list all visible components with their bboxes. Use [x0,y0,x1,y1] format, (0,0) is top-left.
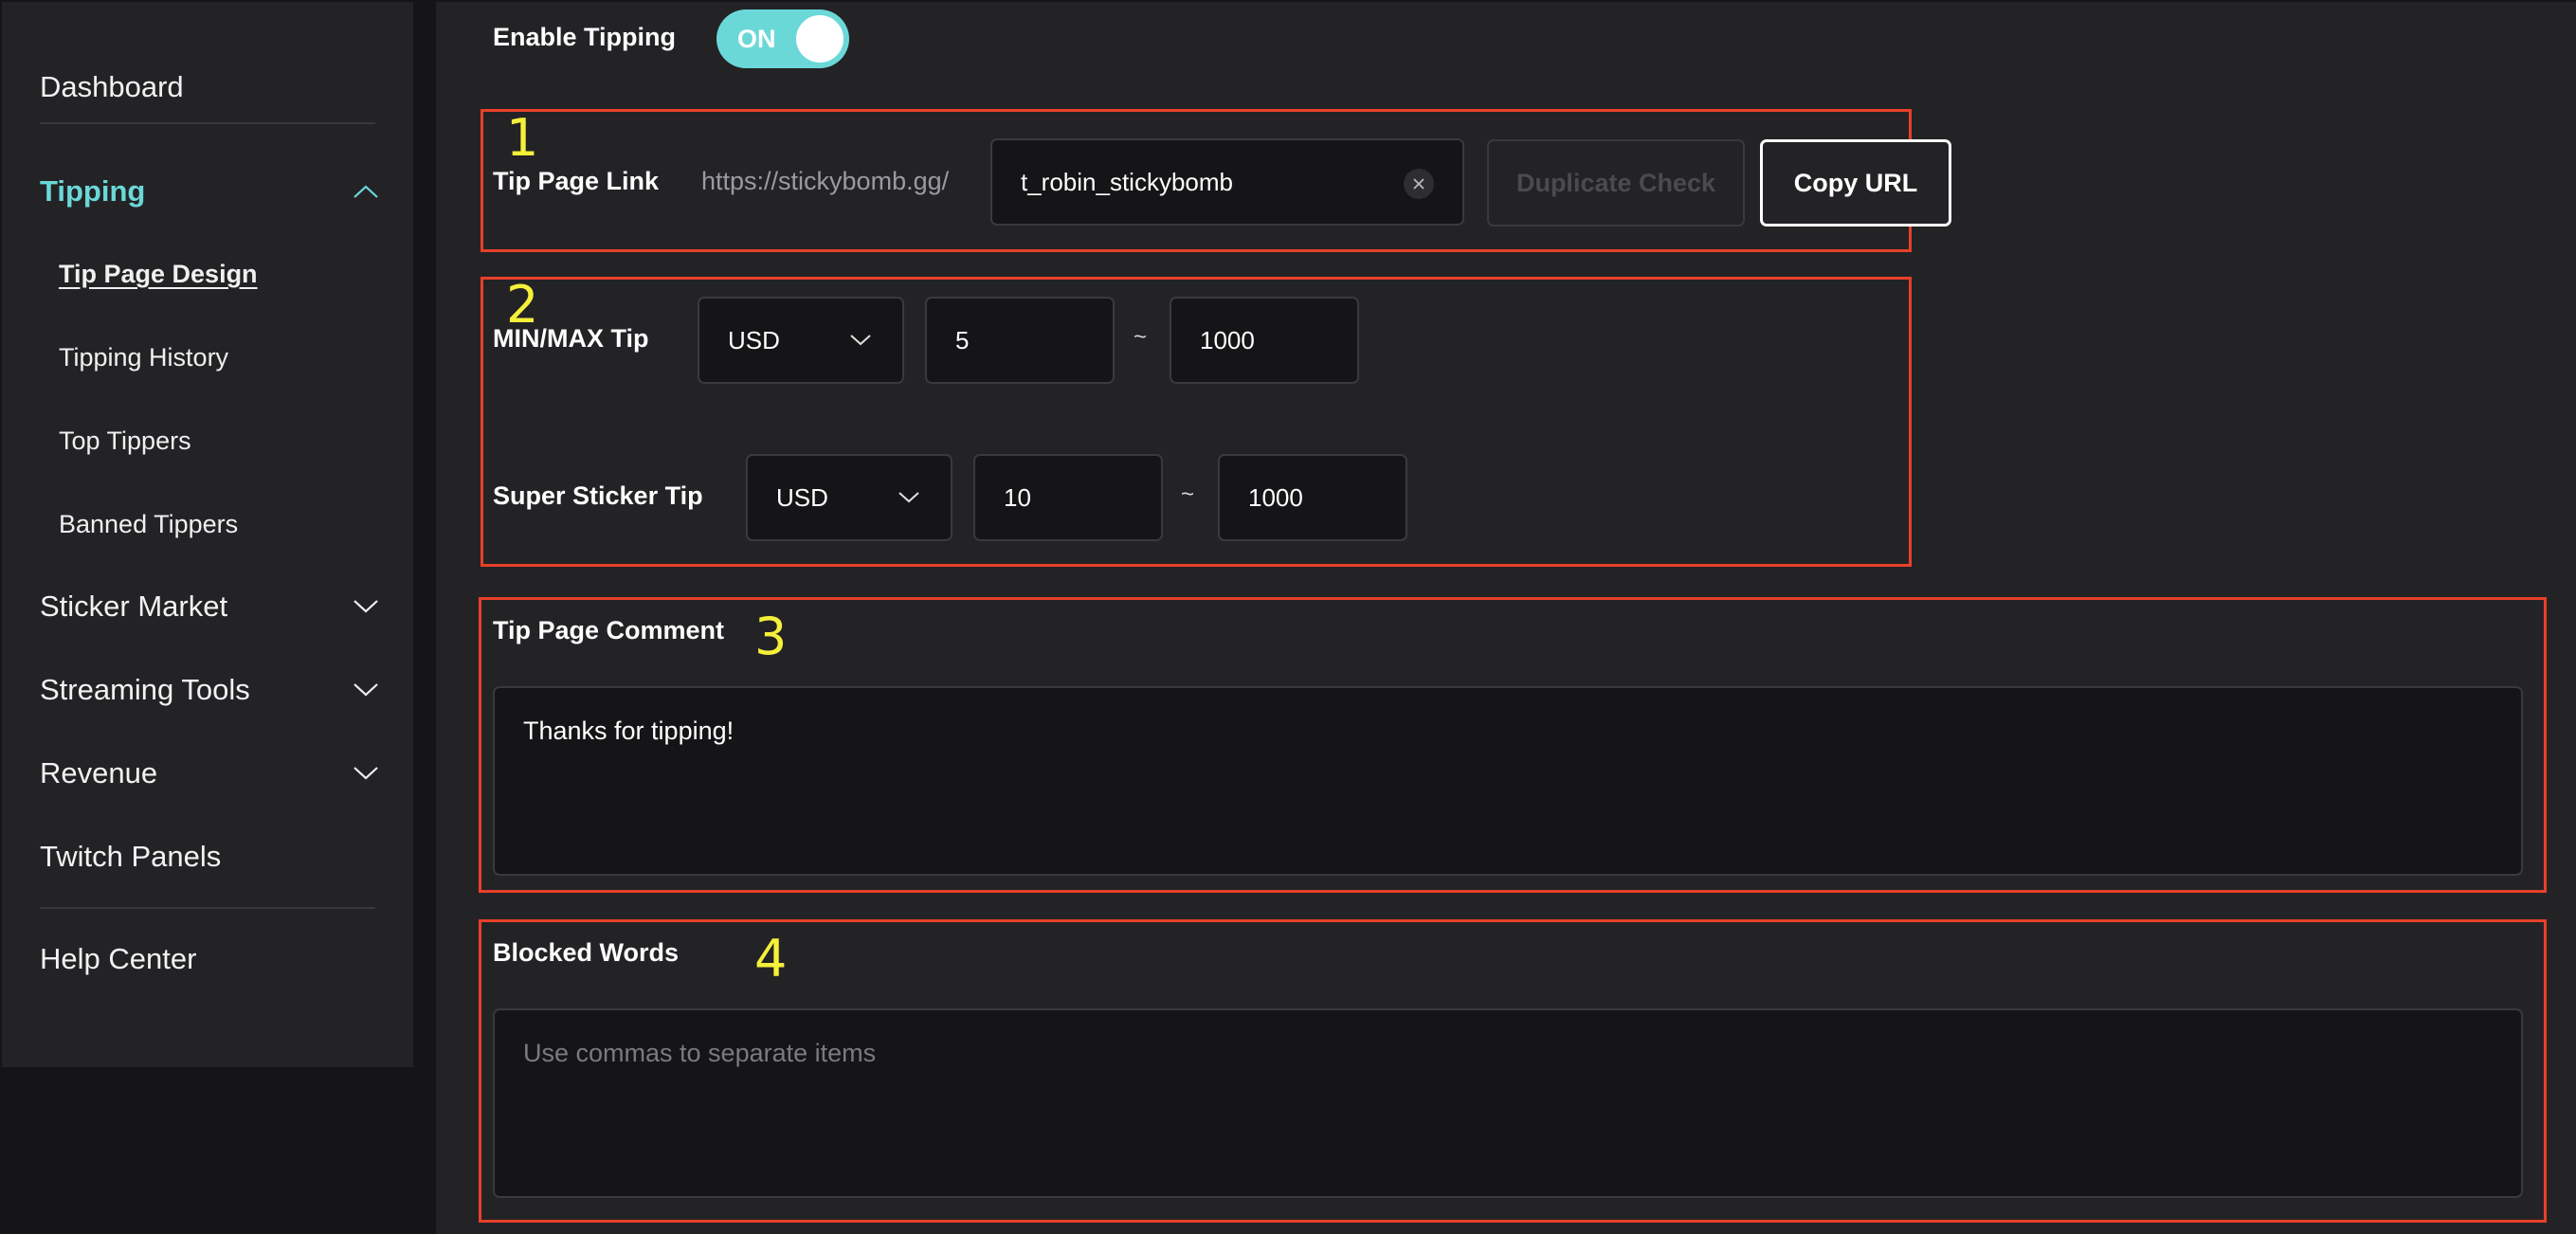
sidebar-item-help-center[interactable]: Help Center [40,942,379,976]
annotation-marker-4: 4 [754,929,788,989]
chevron-down-icon[interactable] [353,598,379,615]
tip-page-comment-value: Thanks for tipping! [523,717,735,745]
sidebar-item-revenue[interactable]: Revenue [40,756,379,790]
enable-tipping-label: Enable Tipping [493,23,677,51]
copy-url-label: Copy URL [1793,168,1918,197]
duplicate-check-button[interactable]: Duplicate Check [1487,139,1745,227]
blocked-words-label: Blocked Words [493,938,680,967]
sidebar-item-tipping[interactable]: Tipping [40,174,379,209]
tip-page-slug-value: t_robin_stickybomb [1021,167,1233,196]
super-sticker-min-value: 10 [1004,482,1031,512]
close-icon [1413,178,1424,190]
sidebar-divider [40,122,375,124]
super-sticker-max-input[interactable]: 1000 [1218,454,1407,541]
max-tip-input[interactable]: 1000 [1170,297,1359,384]
sidebar-subitem-label: Tip Page Design [59,260,258,288]
duplicate-check-label: Duplicate Check [1515,168,1716,197]
annotation-marker-1: 1 [506,108,539,168]
min-tip-value: 5 [955,325,970,354]
chevron-down-icon[interactable] [353,681,379,699]
super-sticker-currency-select[interactable]: USD [746,454,952,541]
sidebar-item-sticker-market[interactable]: Sticker Market [40,590,379,624]
sidebar-subitem-label: Tipping History [59,343,229,372]
chevron-down-icon [847,332,874,349]
clear-input-button[interactable] [1404,169,1434,199]
sidebar-subitem-label: Banned Tippers [59,510,239,538]
page: Dashboard Tipping Tip Page Design Tippin… [0,0,2576,1234]
super-sticker-min-input[interactable]: 10 [973,454,1163,541]
sidebar-divider [40,907,375,909]
sidebar-subitem-tipping-history[interactable]: Tipping History [59,343,228,372]
min-tip-input[interactable]: 5 [925,297,1115,384]
super-sticker-max-value: 1000 [1248,482,1303,512]
sidebar: Dashboard Tipping Tip Page Design Tippin… [2,2,413,1067]
sidebar-item-label: Dashboard [40,70,184,103]
sidebar-item-streaming-tools[interactable]: Streaming Tools [40,673,379,707]
sidebar-item-label: Tipping [40,174,146,208]
currency-value: USD [776,482,828,512]
enable-tipping-toggle[interactable]: ON [717,9,849,68]
toggle-state-label: ON [737,25,776,53]
sidebar-item-label: Sticker Market [40,590,228,623]
blocked-words-textarea[interactable]: Use commas to separate items [493,1008,2523,1198]
chevron-up-icon[interactable] [353,183,379,200]
sidebar-item-label: Streaming Tools [40,673,250,706]
tip-page-slug-input[interactable]: t_robin_stickybomb [990,138,1464,226]
sidebar-item-twitch-panels[interactable]: Twitch Panels [40,840,379,874]
tip-page-url-prefix: https://stickybomb.gg/ [701,167,950,195]
tip-page-link-label: Tip Page Link [493,167,660,195]
blocked-words-placeholder: Use commas to separate items [523,1039,877,1067]
range-separator: ~ [1134,324,1148,350]
chevron-down-icon[interactable] [353,765,379,782]
sidebar-subitem-top-tippers[interactable]: Top Tippers [59,426,191,456]
min-max-currency-select[interactable]: USD [698,297,904,384]
main-content: Enable Tipping ON 1 Tip Page Link https:… [436,2,2576,1234]
super-sticker-tip-label: Super Sticker Tip [493,481,703,510]
sidebar-item-label: Revenue [40,756,158,789]
max-tip-value: 1000 [1200,325,1255,354]
tip-page-comment-textarea[interactable]: Thanks for tipping! [493,686,2523,876]
currency-value: USD [728,325,780,354]
sidebar-subitem-label: Top Tippers [59,426,191,455]
sidebar-item-label: Twitch Panels [40,840,222,873]
toggle-knob [796,15,844,63]
sidebar-subitem-tip-page-design[interactable]: Tip Page Design [59,260,258,289]
min-max-tip-label: MIN/MAX Tip [493,324,649,353]
sidebar-item-dashboard[interactable]: Dashboard [40,70,379,104]
sidebar-subitem-banned-tippers[interactable]: Banned Tippers [59,510,238,539]
range-separator: ~ [1181,481,1195,507]
tip-page-comment-label: Tip Page Comment [493,616,725,644]
chevron-down-icon [896,489,922,506]
sidebar-item-label: Help Center [40,942,197,975]
copy-url-button[interactable]: Copy URL [1760,139,1951,227]
annotation-marker-3: 3 [754,607,788,666]
